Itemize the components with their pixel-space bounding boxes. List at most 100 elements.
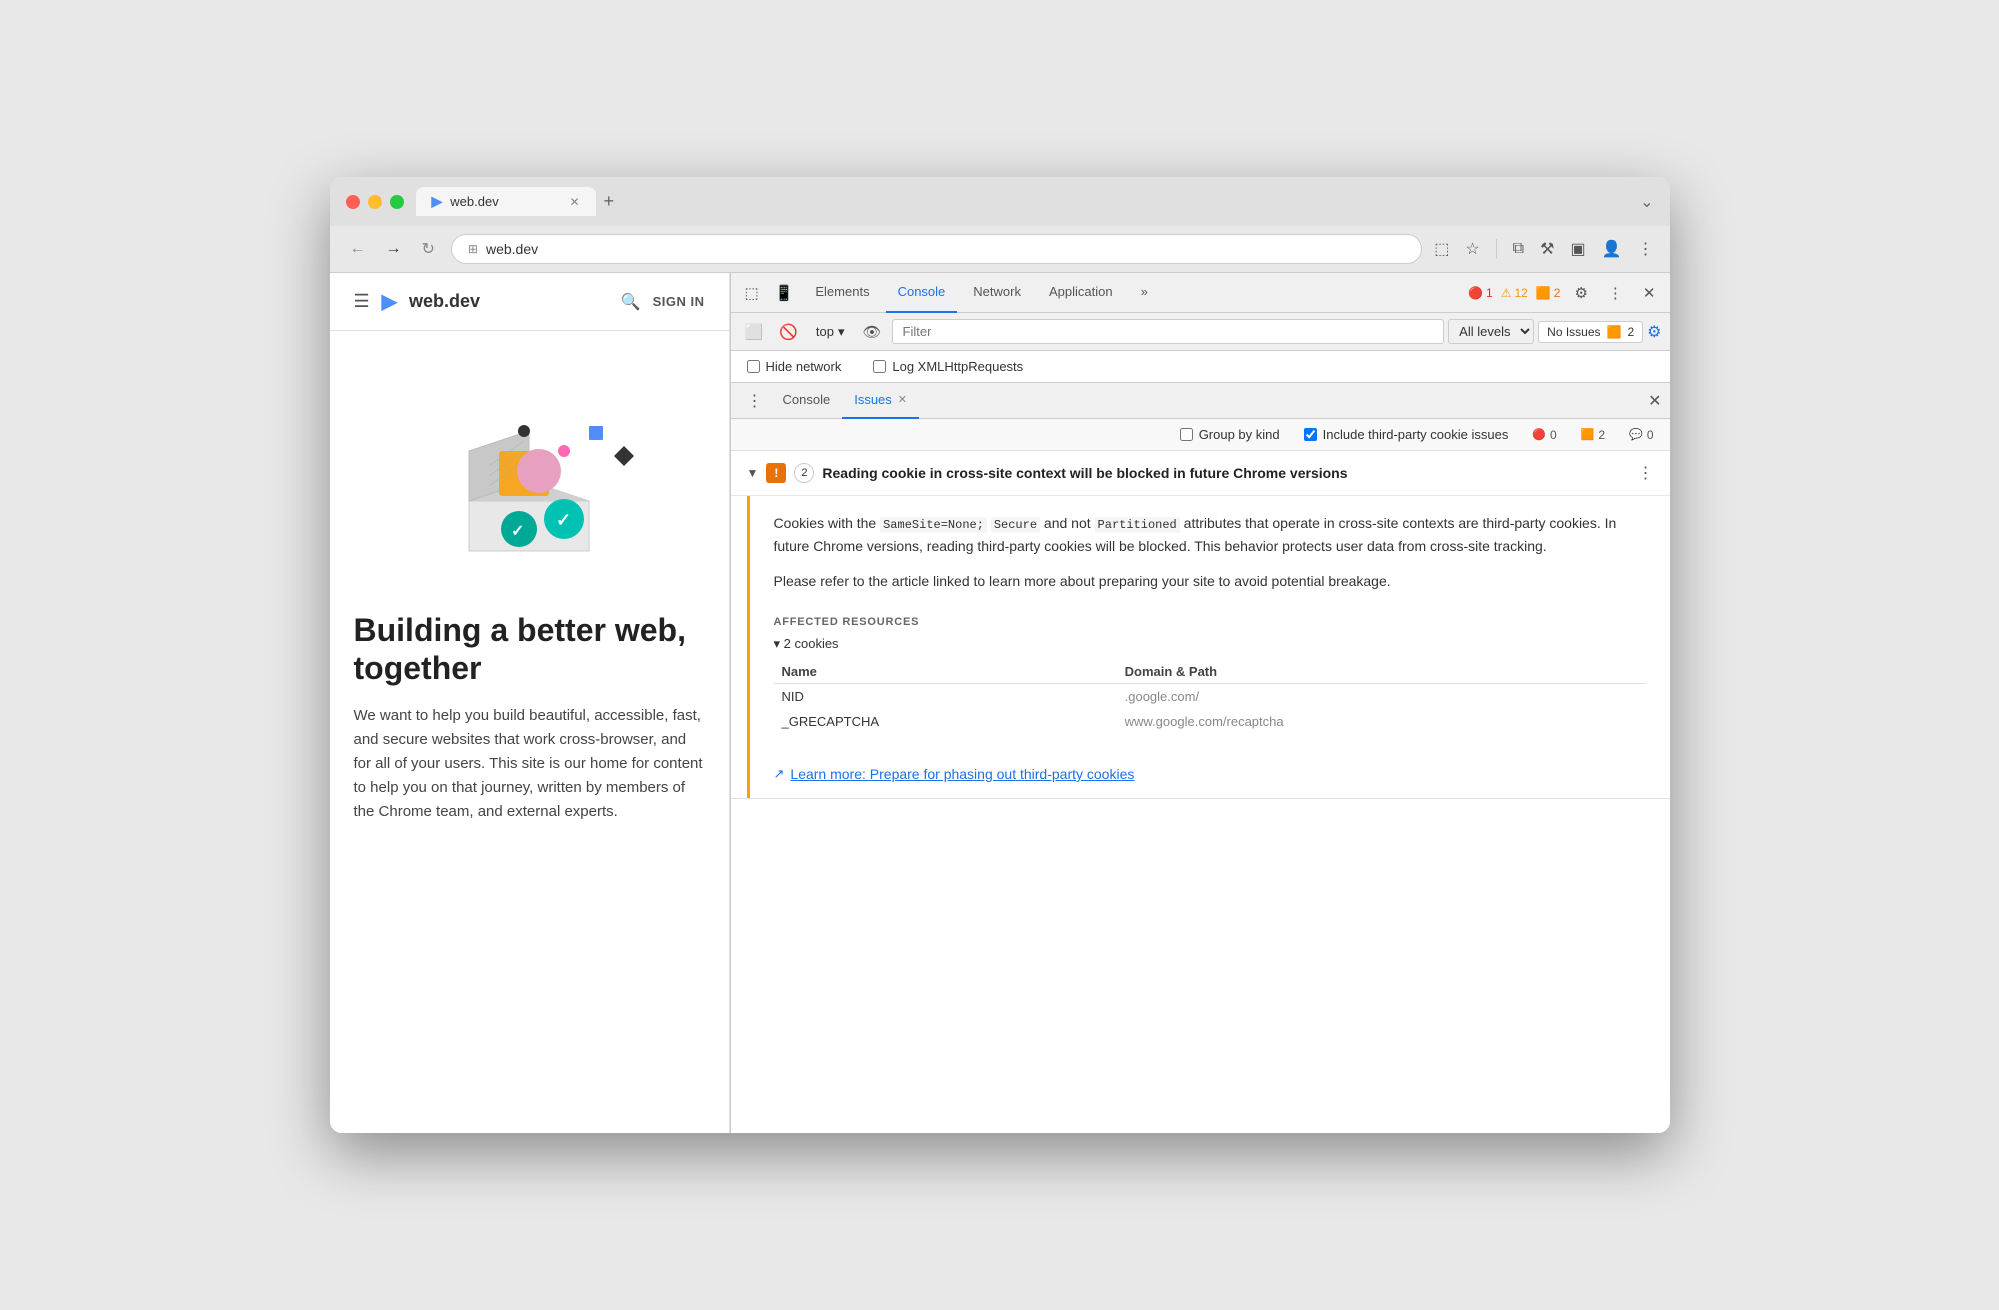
devtools-close-button[interactable]: ✕	[1637, 280, 1662, 306]
error-count: 1	[1486, 286, 1493, 300]
include-third-party-label[interactable]: Include third-party cookie issues	[1304, 427, 1509, 442]
cookie-domain-grecaptcha: www.google.com/recaptcha	[1117, 709, 1646, 734]
log-xhr-label[interactable]: Log XMLHttpRequests	[873, 359, 1023, 374]
no-issues-badge[interactable]: No Issues 🟧 2	[1538, 321, 1643, 343]
console-sub-tab-label: Console	[783, 392, 831, 407]
issue-expand-chevron-icon[interactable]: ▼	[747, 466, 759, 480]
issue-count: 2	[801, 467, 807, 479]
context-label: top	[816, 324, 834, 339]
profile-icon[interactable]: 👤	[1602, 239, 1622, 259]
no-issues-icon: 🟧	[1607, 325, 1622, 339]
issue-more-button[interactable]: ⋮	[1638, 463, 1654, 483]
reload-button[interactable]: ↻	[418, 235, 439, 263]
menu-dots-icon[interactable]: ⋮	[1638, 239, 1654, 259]
sidebar-icon[interactable]: ▣	[1570, 239, 1585, 259]
tab-close-icon[interactable]: ✕	[569, 195, 579, 209]
devtools-settings-button[interactable]: ⚙	[1568, 280, 1593, 306]
filter-input[interactable]	[892, 319, 1445, 344]
info-count: 2	[1554, 286, 1561, 300]
tab-network[interactable]: Network	[961, 273, 1033, 313]
clear-console-button[interactable]: 🚫	[773, 319, 804, 345]
devtools-more-button[interactable]: ⋮	[1602, 280, 1629, 306]
website-sidebar: ☰ ▶ web.dev 🔍 SIGN IN	[330, 273, 730, 1133]
devtools-icon[interactable]: ⚒	[1540, 239, 1554, 259]
minimize-traffic-light[interactable]	[368, 195, 382, 209]
issues-content: ▼ ! 2 Reading cookie in cross-site conte…	[731, 451, 1670, 1133]
console-settings-button[interactable]: ⚙	[1647, 322, 1661, 342]
error-icon: 🔴	[1468, 286, 1483, 300]
issue-warning-icon: !	[766, 463, 786, 483]
tab-application[interactable]: Application	[1037, 273, 1125, 313]
new-tab-button[interactable]: +	[596, 191, 623, 212]
context-selector[interactable]: top ▾	[808, 321, 853, 343]
devtools-device-icon[interactable]: 📱	[769, 280, 800, 306]
issue-header[interactable]: ▼ ! 2 Reading cookie in cross-site conte…	[731, 451, 1670, 496]
hide-network-checkbox[interactable]	[747, 360, 760, 373]
blue-badge-count: 0	[1647, 428, 1654, 442]
title-bar: ▶ web.dev ✕ + ⌄	[330, 177, 1670, 226]
info-badge[interactable]: 🟧 2	[1536, 286, 1561, 300]
site-illustration: ✓ ✓	[330, 331, 729, 591]
learn-more-section: ↗ Learn more: Prepare for phasing out th…	[750, 750, 1670, 798]
toolbar-separator	[1496, 239, 1497, 259]
close-traffic-light[interactable]	[346, 195, 360, 209]
site-name: web.dev	[409, 291, 480, 312]
hide-network-label[interactable]: Hide network	[747, 359, 842, 374]
hamburger-icon[interactable]: ☰	[354, 291, 370, 312]
active-tab[interactable]: ▶ web.dev ✕	[416, 187, 596, 216]
affected-resources-label: AFFECTED RESOURCES	[774, 616, 1646, 628]
back-button[interactable]: ←	[346, 236, 370, 262]
group-by-kind-label[interactable]: Group by kind	[1180, 427, 1280, 442]
warning-badge[interactable]: ⚠ 12	[1501, 286, 1528, 300]
devtools-cursor-icon[interactable]: ⬚	[739, 280, 765, 306]
issue-count-badge: 2	[794, 463, 814, 483]
issue-body: Cookies with the SameSite=None; Secure a…	[747, 496, 1670, 798]
external-link-icon: ↗	[774, 766, 785, 782]
site-logo-icon: ▶	[382, 289, 397, 314]
cookies-toggle[interactable]: ▾ 2 cookies	[774, 636, 1646, 652]
devtools-row2: ⬜ 🚫 top ▾ 👁 All levels No Issues 🟧 2 ⚙	[731, 313, 1670, 351]
svg-text:✓: ✓	[511, 523, 524, 540]
tab-elements[interactable]: Elements	[803, 273, 881, 313]
group-by-kind-checkbox[interactable]	[1180, 428, 1193, 441]
site-heading: Building a better web, together	[354, 611, 705, 688]
issues-panel-dots-button[interactable]: ⋮	[739, 391, 771, 411]
levels-select[interactable]: All levels	[1448, 319, 1534, 344]
search-icon[interactable]: 🔍	[621, 292, 641, 312]
traffic-lights	[346, 195, 404, 209]
devtools-badges: 🔴 1 ⚠ 12 🟧 2 ⚙ ⋮ ✕	[1468, 280, 1661, 306]
issues-sub-tab[interactable]: Issues ✕	[842, 383, 919, 419]
cookies-toggle-label: ▾ 2 cookies	[774, 636, 839, 652]
learn-more-link[interactable]: Learn more: Prepare for phasing out thir…	[790, 766, 1134, 782]
log-xhr-checkbox[interactable]	[873, 360, 886, 373]
maximize-traffic-light[interactable]	[390, 195, 404, 209]
bookmark-icon[interactable]: ☆	[1465, 239, 1479, 259]
no-issues-label: No Issues	[1547, 325, 1600, 339]
eye-button[interactable]: 👁	[856, 319, 887, 345]
issues-panel-close-button[interactable]: ✕	[1648, 391, 1661, 411]
orange-badge-count: 2	[1598, 428, 1605, 442]
issues-tab-close-icon[interactable]: ✕	[898, 393, 907, 406]
issue-title: Reading cookie in cross-site context wil…	[822, 465, 1629, 481]
browser-window: ▶ web.dev ✕ + ⌄ ← → ↻ ⊞ web.dev ⬚ ☆ ⧉ ⚒ …	[330, 177, 1670, 1133]
forward-button[interactable]: →	[382, 236, 406, 262]
tab-more[interactable]: »	[1129, 273, 1160, 313]
hero-illustration: ✓ ✓	[409, 371, 649, 571]
orange-badge-icon: 🟧	[1581, 428, 1595, 441]
site-description: We want to help you build beautiful, acc…	[354, 704, 705, 824]
orange-issues-badge: 🟧 2	[1581, 428, 1605, 442]
sign-in-button[interactable]: SIGN IN	[653, 294, 705, 309]
console-sidebar-button[interactable]: ⬜	[739, 319, 770, 345]
tab-favicon-icon: ▶	[432, 193, 443, 210]
address-input[interactable]: ⊞ web.dev	[451, 234, 1422, 264]
issue-description-p2: Please refer to the article linked to le…	[774, 570, 1646, 592]
tab-console[interactable]: Console	[886, 273, 958, 313]
window-expand-icon[interactable]: ⌄	[1640, 192, 1653, 212]
include-third-party-checkbox[interactable]	[1304, 428, 1317, 441]
console-sub-tab[interactable]: Console	[771, 383, 843, 419]
cast-icon[interactable]: ⬚	[1434, 239, 1449, 259]
issue-group: ▼ ! 2 Reading cookie in cross-site conte…	[731, 451, 1670, 799]
extensions-icon[interactable]: ⧉	[1513, 240, 1524, 258]
main-content: ☰ ▶ web.dev 🔍 SIGN IN	[330, 273, 1670, 1133]
error-badge[interactable]: 🔴 1	[1468, 286, 1493, 300]
